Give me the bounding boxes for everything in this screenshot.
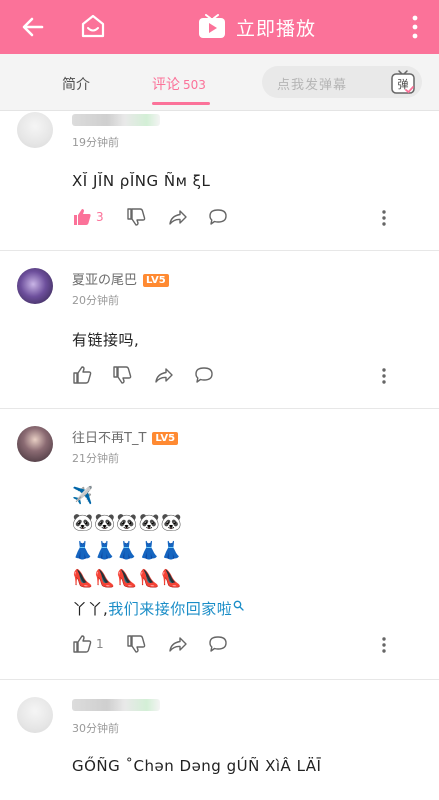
share-icon[interactable]: [168, 207, 188, 227]
like-icon[interactable]: [72, 634, 92, 654]
avatar[interactable]: [17, 697, 53, 733]
username-text: 往日不再T_T: [72, 431, 147, 446]
username[interactable]: 夏亚の尾巴 LV5: [72, 269, 169, 288]
search-link[interactable]: 我们来接你回家啦: [108, 600, 244, 618]
level-badge: LV5: [143, 274, 169, 287]
share-icon[interactable]: [154, 365, 174, 385]
username-blurred[interactable]: [72, 699, 160, 711]
comment-emoji-line: 👠👠👠👠👠: [72, 569, 183, 589]
comment-actions: [72, 365, 417, 387]
comment-divider: [0, 408, 439, 409]
level-badge: LV5: [152, 432, 179, 445]
home-icon[interactable]: [78, 11, 108, 41]
tab-bar: 简介 评论 503 点我发弹幕 弹: [0, 54, 439, 111]
comment-count: 503: [183, 78, 206, 92]
comment-divider: [0, 679, 439, 680]
comment-time: 19分钟前: [72, 136, 119, 149]
danmaku-input[interactable]: 点我发弹幕 弹: [262, 66, 422, 98]
avatar[interactable]: [17, 112, 53, 148]
comment-emoji-line: 👗👗👗👗👗: [72, 541, 183, 561]
like-icon[interactable]: [72, 365, 92, 385]
play-now-button[interactable]: 立即播放: [198, 11, 316, 43]
avatar[interactable]: [17, 268, 53, 304]
dislike-icon[interactable]: [126, 634, 146, 654]
comment-more-icon[interactable]: [381, 636, 387, 654]
reply-icon[interactable]: [208, 207, 228, 227]
comment-time: 21分钟前: [72, 452, 119, 465]
comment-text: GŐÑG ˚Chən Dəng gÚÑ XìÂ LÄĪ: [72, 757, 322, 775]
comment-more-icon[interactable]: [381, 367, 387, 385]
search-icon: [233, 600, 244, 611]
share-icon[interactable]: [168, 634, 188, 654]
username-text: 夏亚の尾巴: [72, 273, 138, 288]
comment-emoji-line: ✈️: [72, 486, 95, 506]
search-link-text: 我们来接你回家啦: [108, 600, 233, 618]
comment-text: 有链接吗,: [72, 331, 140, 349]
back-arrow-icon[interactable]: [18, 12, 48, 42]
like-icon-filled[interactable]: [72, 207, 92, 227]
comment-divider: [0, 250, 439, 251]
dislike-icon[interactable]: [112, 365, 132, 385]
username[interactable]: 往日不再T_T LV5: [72, 427, 179, 446]
reply-icon[interactable]: [194, 365, 214, 385]
comment-text-prefix: 丫丫,: [72, 600, 109, 618]
comment-text: XĬ JĬN ρĬNG Ñм ξL: [72, 172, 211, 190]
like-count: 1: [96, 637, 104, 651]
tab-intro[interactable]: 简介: [62, 74, 90, 94]
like-count: 3: [96, 210, 104, 224]
danmaku-button-label: 弹: [398, 77, 409, 91]
danmaku-placeholder: 点我发弹幕: [277, 78, 348, 93]
comment-time: 30分钟前: [72, 722, 119, 735]
comment-actions: 3: [72, 207, 417, 229]
dislike-icon[interactable]: [126, 207, 146, 227]
tab-comments[interactable]: 评论 503: [152, 74, 206, 94]
avatar[interactable]: [17, 426, 53, 462]
play-now-label: 立即播放: [236, 17, 317, 40]
reply-icon[interactable]: [208, 634, 228, 654]
tv-play-icon: [199, 14, 225, 38]
more-options-icon[interactable]: [405, 13, 425, 41]
comment-time: 20分钟前: [72, 294, 119, 307]
top-bar: 立即播放: [0, 0, 439, 54]
active-tab-indicator: [152, 102, 210, 105]
comment-actions: 1: [72, 634, 417, 656]
comment-text: 丫丫,我们来接你回家啦: [72, 598, 244, 619]
comment-more-icon[interactable]: [381, 209, 387, 227]
comment-emoji-line: 🐼🐼🐼🐼🐼: [72, 513, 183, 533]
username-blurred[interactable]: [72, 114, 160, 126]
danmaku-send-icon[interactable]: 弹: [390, 69, 416, 95]
tab-comments-label: 评论: [152, 77, 180, 93]
